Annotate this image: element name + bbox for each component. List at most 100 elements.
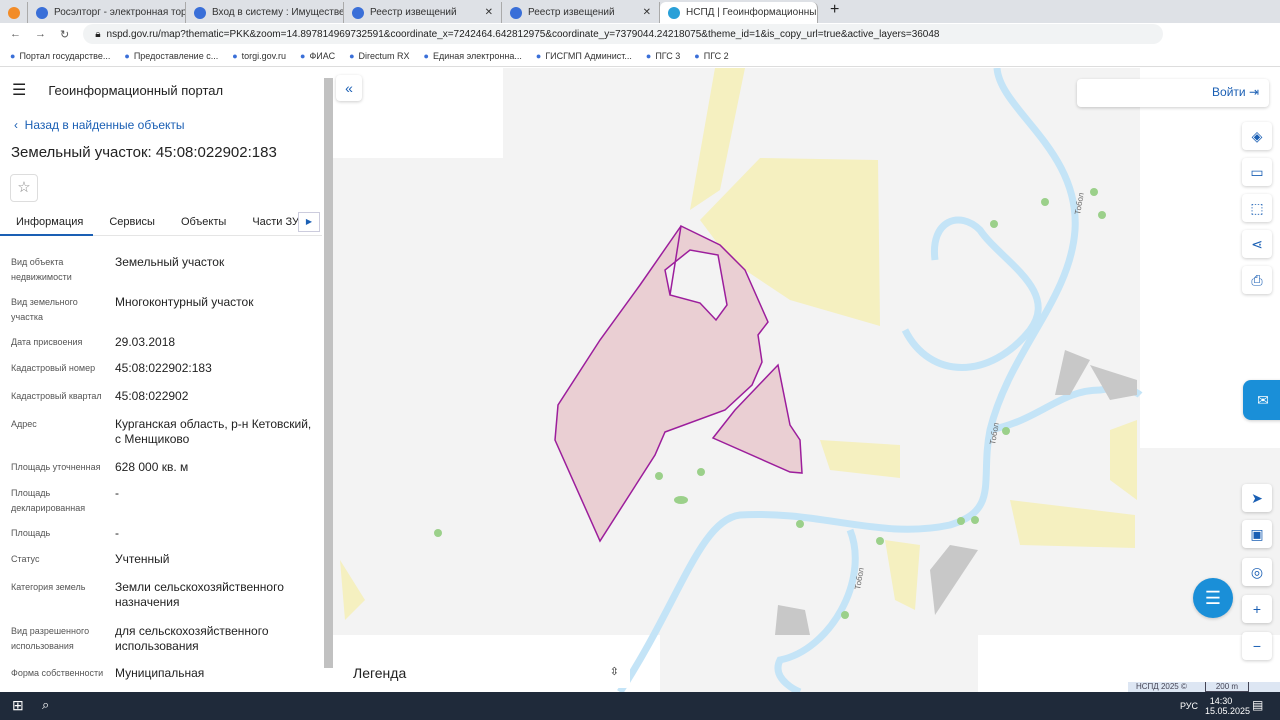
field-value: Земли сельскохозяйственного назначения [115, 580, 284, 609]
field-label: Кадастровый квартал [11, 391, 102, 401]
field-label: Вид разрешенного использования [11, 626, 90, 651]
browser-tab[interactable]: Вход в систему : Имущественн✕ [186, 2, 344, 23]
zoom-in-button[interactable]: + [1242, 595, 1272, 623]
browser-tabs: Росэлторг - электронная торгов✕ Вход в с… [0, 0, 1280, 23]
site-icon [194, 6, 206, 19]
login-button[interactable]: Войти ⇥ [1077, 79, 1269, 107]
favorite-star-button[interactable]: ☆ [10, 174, 38, 202]
site-icon [36, 6, 48, 19]
ruler-icon[interactable]: ▭ [1242, 158, 1272, 186]
bookmark[interactable]: ПГС 3 [646, 51, 680, 61]
parcel-contour-1[interactable] [554, 224, 769, 543]
share-icon[interactable]: ⋖ [1242, 230, 1272, 258]
bookmark[interactable]: Единая электронна... [424, 51, 522, 61]
bookmark[interactable]: ПГС 2 [694, 51, 729, 61]
tab-label: Вход в систему : Имущественн [212, 7, 344, 18]
clock[interactable]: 14:30 15.05.2025 [1205, 696, 1250, 716]
field-value: Курганская область, р-н Кетовский, с Мен… [115, 417, 312, 446]
reload-icon[interactable]: ↻ [60, 28, 69, 41]
field-value: - [115, 486, 119, 500]
field-label: Площадь декларированная [11, 488, 86, 513]
expand-icon: ⇳ [609, 666, 619, 678]
menu-icon[interactable]: ☰ [12, 80, 26, 100]
field-label: Вид объекта недвижимости [11, 257, 72, 282]
tab-info[interactable]: Информация [0, 210, 94, 236]
legend-label: Легенда [353, 665, 407, 681]
bookmarks-bar: Портал государстве... Предоставление с...… [0, 45, 1280, 67]
url-text: nspd.gov.ru/map?thematic=PKK&zoom=14.897… [106, 28, 940, 40]
site-icon [668, 6, 680, 19]
bookmark[interactable]: ФИАС [300, 51, 335, 61]
map-layer: Тобол Тобол Тобол [333, 68, 1280, 692]
back-icon[interactable]: ← [10, 28, 21, 40]
taskbar: ⊞ ⌕ РУС 14:30 15.05.2025 ▤ [0, 692, 1280, 720]
info-tabs: Информация Сервисы Объекты Части ЗУ Сост… [0, 210, 333, 236]
language-indicator[interactable]: РУС [1180, 701, 1198, 711]
field-value: 45:08:022902 [115, 389, 189, 403]
bookmark[interactable]: torgi.gov.ru [232, 51, 286, 61]
notifications-icon[interactable]: ▤ [1252, 698, 1263, 712]
back-label: Назад в найденные объекты [24, 118, 185, 132]
map-canvas[interactable]: Тобол Тобол Тобол « Войти ⇥ ◈ ▭ ⬚ ⋖ ⎙ ✉ … [333, 68, 1280, 692]
field-value: Учтенный [115, 552, 170, 566]
time: 14:30 [1209, 696, 1233, 706]
lock-icon: 🔒︎ [95, 28, 101, 40]
pinned-tab[interactable] [0, 2, 28, 23]
new-tab-button[interactable]: + [818, 1, 839, 23]
map-attribution: НСПД 2025 © 200 m [1128, 682, 1280, 692]
field-value: 29.03.2018 [115, 335, 176, 349]
date: 15.05.2025 [1205, 706, 1251, 716]
tab-label: Реестр извещений [370, 7, 457, 18]
forward-icon[interactable]: → [35, 28, 46, 40]
legend-toggle[interactable]: Легенда ⇳ [342, 658, 630, 688]
collapse-panel-button[interactable]: « [336, 75, 362, 101]
tabs-scroll-right-button[interactable]: ▶ [298, 212, 320, 232]
login-label: Войти [1212, 85, 1246, 99]
bookmark[interactable]: Предоставление с... [124, 51, 218, 61]
search-icon[interactable]: ⌕ [42, 697, 49, 713]
copyright: НСПД 2025 © [1136, 682, 1187, 691]
field-label: Площадь [11, 528, 51, 538]
layers-icon[interactable]: ◈ [1242, 122, 1272, 150]
tab-label: НСПД | Геоинформационный п [686, 7, 818, 18]
browser-tab[interactable]: Росэлторг - электронная торгов✕ [28, 2, 186, 23]
minimap-icon[interactable]: ▣ [1242, 520, 1272, 548]
print-icon[interactable]: ⎙ [1242, 266, 1272, 294]
chat-support-icon[interactable]: ✉ [1243, 380, 1280, 420]
close-icon[interactable]: ✕ [643, 7, 651, 18]
bookmark[interactable]: ГИСГМП Админист... [536, 51, 632, 61]
locate-icon[interactable]: ➤ [1242, 484, 1272, 512]
field-value: Муниципальная [115, 666, 205, 680]
info-panel: ☰ Геоинформационный портал ‹ Назад в найд… [0, 68, 333, 692]
bookmark[interactable]: Портал государстве... [10, 51, 110, 61]
field-label: Адрес [11, 419, 37, 429]
geo-search-icon[interactable]: ◎ [1242, 558, 1272, 586]
browser-tab[interactable]: Реестр извещений ✕ [344, 2, 502, 23]
field-label: Форма собственности [11, 668, 104, 678]
address-bar-row: ← → ↻ 🔒︎ nspd.gov.ru/map?thematic=PKK&zoom=… [0, 23, 1280, 45]
field-value: Земельный участок [115, 255, 225, 269]
field-label: Категория земель [11, 582, 86, 592]
object-title: Земельный участок: 45:08:022902:183 [11, 144, 277, 161]
bookmark[interactable]: Directum RX [349, 51, 410, 61]
field-value: - [115, 526, 119, 540]
select-area-icon[interactable]: ⬚ [1242, 194, 1272, 222]
tab-objects[interactable]: Объекты [165, 210, 236, 236]
scale-bar: 200 m [1204, 682, 1250, 692]
tab-services[interactable]: Сервисы [93, 210, 165, 236]
zoom-out-button[interactable]: − [1242, 632, 1272, 660]
site-icon [352, 6, 364, 19]
browser-tab[interactable]: Реестр извещений ✕ [502, 2, 660, 23]
tab-label: Реестр извещений [528, 7, 615, 18]
close-icon[interactable]: ✕ [485, 7, 493, 18]
field-value: 45:08:022902:183 [115, 361, 212, 375]
back-link[interactable]: ‹ Назад в найденные объекты [14, 118, 185, 132]
url-input[interactable]: 🔒︎ nspd.gov.ru/map?thematic=PKK&zoom=14.8… [83, 24, 1164, 44]
field-label: Кадастровый номер [11, 363, 96, 373]
field-value: для сельскохозяйственного использования [115, 624, 269, 653]
chat-bubble-button[interactable]: ☰ [1193, 578, 1233, 618]
browser-tab-active[interactable]: НСПД | Геоинформационный п✕ [660, 2, 818, 23]
scrollbar[interactable] [324, 78, 333, 668]
portal-title[interactable]: Геоинформационный портал [48, 83, 223, 98]
windows-start-icon[interactable]: ⊞ [12, 697, 24, 714]
